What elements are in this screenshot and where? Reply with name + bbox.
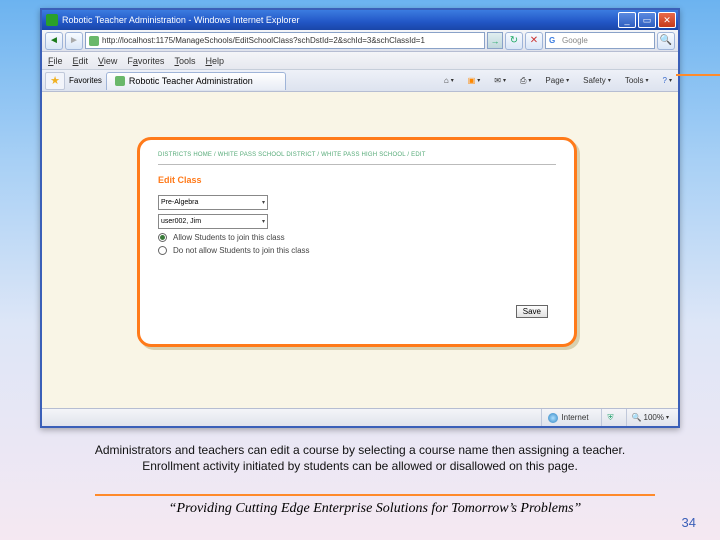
menu-help[interactable]: Help bbox=[205, 56, 224, 66]
chevron-down-icon: ▾ bbox=[666, 414, 669, 421]
help-icon: ? bbox=[663, 76, 667, 85]
page-menu[interactable]: Page▾ bbox=[542, 76, 572, 85]
site-favicon-icon bbox=[89, 36, 99, 46]
status-bar: Internet ⛨ 🔍 100% ▾ bbox=[42, 408, 678, 426]
caption-line-2: Enrollment activity initiated by student… bbox=[30, 458, 690, 474]
zoom-icon: 🔍 bbox=[632, 413, 642, 422]
window-controls: _ ▭ ✕ bbox=[618, 12, 676, 28]
home-button[interactable]: ⌂▾ bbox=[441, 76, 457, 85]
panel-title: Edit Class bbox=[158, 175, 556, 185]
radio-disallow-label: Do not allow Students to join this class bbox=[173, 246, 310, 255]
print-button[interactable]: ⎙▾ bbox=[517, 76, 534, 86]
window-title: Robotic Teacher Administration - Windows… bbox=[62, 15, 618, 25]
address-bar[interactable]: http://localhost:1175/ManageSchools/Edit… bbox=[85, 32, 485, 49]
teacher-select-value: user002, Jim bbox=[161, 218, 201, 225]
caption-line-1: Administrators and teachers can edit a c… bbox=[30, 442, 690, 458]
tab-bar: ★ Favorites Robotic Teacher Administrati… bbox=[42, 70, 678, 92]
zoom-control[interactable]: 🔍 100% ▾ bbox=[626, 409, 674, 426]
titlebar: Robotic Teacher Administration - Windows… bbox=[42, 10, 678, 30]
menu-view[interactable]: View bbox=[98, 56, 117, 66]
home-icon: ⌂ bbox=[444, 76, 449, 85]
rss-icon: ▣ bbox=[468, 76, 476, 85]
menu-bar: File Edit View Favorites Tools Help bbox=[42, 52, 678, 70]
breadcrumb[interactable]: DISTRICTS HOME / WHITE PASS SCHOOL DISTR… bbox=[158, 152, 556, 165]
tools-menu[interactable]: Tools▾ bbox=[622, 76, 652, 85]
tab-active[interactable]: Robotic Teacher Administration bbox=[106, 72, 286, 90]
protected-mode[interactable]: ⛨ bbox=[601, 409, 620, 426]
close-button[interactable]: ✕ bbox=[658, 12, 676, 28]
menu-tools[interactable]: Tools bbox=[174, 56, 195, 66]
browser-window: Robotic Teacher Administration - Windows… bbox=[40, 8, 680, 428]
star-icon: ★ bbox=[50, 74, 60, 87]
url-text: http://localhost:1175/ManageSchools/Edit… bbox=[102, 36, 425, 45]
print-icon: ⎙ bbox=[520, 76, 526, 86]
save-button[interactable]: Save bbox=[516, 305, 548, 318]
forward-button[interactable]: ► bbox=[65, 32, 83, 50]
search-placeholder: Google bbox=[562, 36, 588, 45]
radio-allow-row[interactable]: Allow Students to join this class bbox=[158, 233, 556, 242]
globe-icon bbox=[548, 413, 558, 423]
feeds-button[interactable]: ▣▾ bbox=[465, 76, 484, 85]
slide-tagline: “Providing Cutting Edge Enterprise Solut… bbox=[95, 494, 655, 517]
radio-allow-label: Allow Students to join this class bbox=[173, 233, 285, 242]
app-favicon bbox=[46, 14, 58, 26]
radio-disallow[interactable] bbox=[158, 246, 167, 255]
course-select-value: Pre-Algebra bbox=[161, 199, 198, 206]
security-zone[interactable]: Internet bbox=[541, 409, 594, 426]
mail-icon: ✉ bbox=[494, 76, 501, 85]
favorites-button[interactable]: ★ bbox=[45, 72, 65, 90]
search-go-button[interactable]: 🔍 bbox=[657, 32, 675, 50]
safety-menu[interactable]: Safety▾ bbox=[580, 76, 614, 85]
chevron-down-icon: ▾ bbox=[262, 199, 265, 206]
slide-caption: Administrators and teachers can edit a c… bbox=[30, 442, 690, 474]
maximize-button[interactable]: ▭ bbox=[638, 12, 656, 28]
refresh-button[interactable]: ↻ bbox=[505, 32, 523, 50]
zone-label: Internet bbox=[561, 413, 588, 422]
minimize-button[interactable]: _ bbox=[618, 12, 636, 28]
menu-favorites[interactable]: Favorites bbox=[127, 56, 164, 66]
tab-title: Robotic Teacher Administration bbox=[129, 76, 253, 86]
search-box[interactable]: Google bbox=[545, 32, 655, 49]
menu-file[interactable]: File bbox=[48, 56, 63, 66]
page-content: DISTRICTS HOME / WHITE PASS SCHOOL DISTR… bbox=[42, 92, 678, 408]
shield-icon: ⛨ bbox=[608, 413, 614, 423]
teacher-select[interactable]: user002, Jim ▾ bbox=[158, 214, 268, 229]
chevron-down-icon: ▾ bbox=[262, 218, 265, 225]
google-icon bbox=[549, 36, 559, 46]
back-button[interactable]: ◄ bbox=[45, 32, 63, 50]
edit-class-panel: DISTRICTS HOME / WHITE PASS SCHOOL DISTR… bbox=[137, 137, 577, 347]
menu-edit[interactable]: Edit bbox=[73, 56, 89, 66]
favorites-label[interactable]: Favorites bbox=[69, 76, 102, 85]
radio-disallow-row[interactable]: Do not allow Students to join this class bbox=[158, 246, 556, 255]
tab-favicon-icon bbox=[115, 76, 125, 86]
zoom-value: 100% bbox=[644, 413, 664, 422]
accent-line bbox=[676, 74, 720, 76]
command-bar: ⌂▾ ▣▾ ✉▾ ⎙▾ Page▾ Safety▾ Tools▾ ?▾ bbox=[441, 76, 675, 86]
stop-button[interactable]: ✕ bbox=[525, 32, 543, 50]
navigation-bar: ◄ ► http://localhost:1175/ManageSchools/… bbox=[42, 30, 678, 52]
go-button[interactable]: → bbox=[487, 32, 503, 49]
radio-allow[interactable] bbox=[158, 233, 167, 242]
course-select[interactable]: Pre-Algebra ▾ bbox=[158, 195, 268, 210]
mail-button[interactable]: ✉▾ bbox=[491, 76, 509, 85]
page-number: 34 bbox=[682, 515, 696, 530]
help-button[interactable]: ?▾ bbox=[660, 76, 675, 85]
